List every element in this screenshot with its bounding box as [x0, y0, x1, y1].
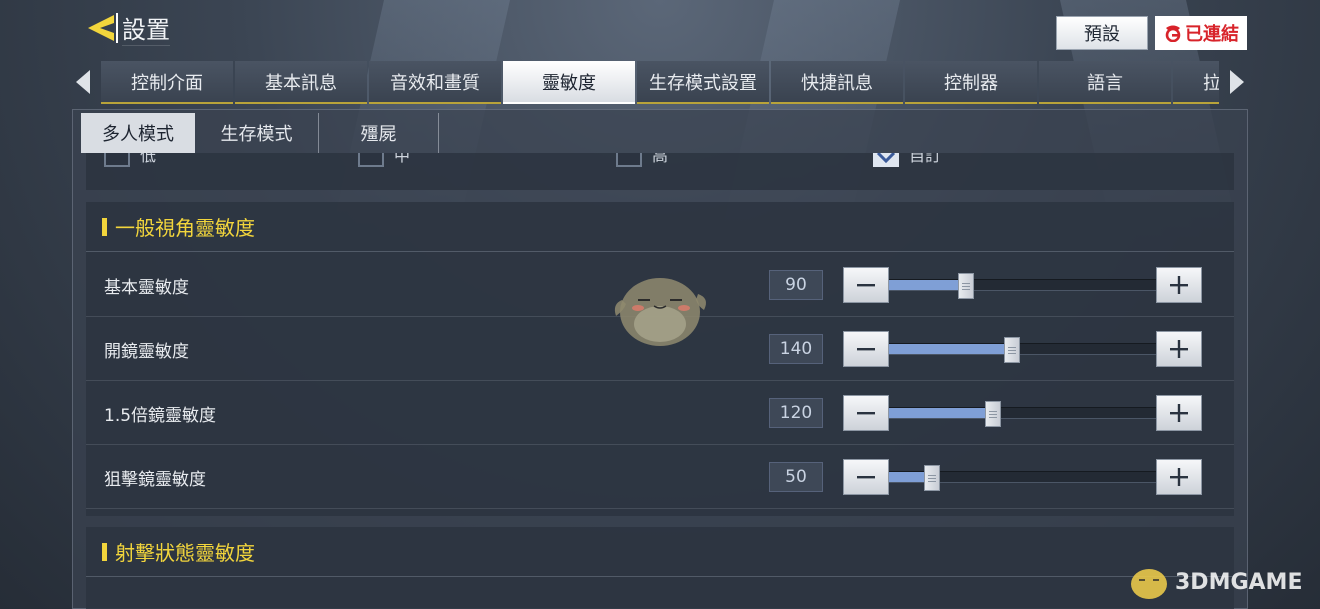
- slider-fill: [889, 280, 967, 290]
- row-label: 基本靈敏度: [104, 277, 189, 298]
- slider-track[interactable]: [889, 273, 1156, 299]
- watermark-text: 3DMGAME: [1175, 569, 1303, 595]
- slider-thumb[interactable]: [985, 401, 1002, 427]
- section-marker: [102, 542, 107, 561]
- section-header: 一般視角靈敏度: [86, 202, 1234, 252]
- section-header: 射擊狀態靈敏度: [86, 527, 1234, 577]
- connect-label: 已連結: [1185, 24, 1239, 45]
- back-arrow-icon: [88, 13, 118, 43]
- back-button[interactable]: 設置: [84, 10, 176, 46]
- watermark-mascot-icon: [1131, 569, 1167, 599]
- option-custom[interactable]: 自訂: [873, 153, 941, 167]
- tab-audio-graphics[interactable]: 音效和畫質: [369, 61, 501, 104]
- mode-subtabs: 多人模式 生存模式 殭屍: [81, 113, 439, 153]
- sensitivity-preset-options: 低 中 高 自訂: [86, 153, 1234, 190]
- value-field[interactable]: 90: [769, 270, 823, 300]
- section-general-sensitivity: 一般視角靈敏度 基本靈敏度 90 開鏡靈敏度 140 1.5倍鏡靈敏度 120: [86, 202, 1234, 516]
- row-label: 狙擊鏡靈敏度: [104, 469, 206, 490]
- sensitivity-row-1-5x-scope: 1.5倍鏡靈敏度 120: [86, 381, 1234, 445]
- section-firing-sensitivity: 射擊狀態靈敏度: [86, 527, 1234, 609]
- decrease-button[interactable]: [843, 331, 889, 367]
- slider-track[interactable]: [889, 337, 1156, 363]
- settings-tab-bar: 控制介面 基本訊息 音效和畫質 靈敏度 生存模式設置 快捷訊息 控制器 語言 拉: [101, 61, 1219, 104]
- decrease-button[interactable]: [843, 459, 889, 495]
- decrease-button[interactable]: [843, 395, 889, 431]
- option-low[interactable]: 低: [104, 153, 156, 167]
- tab-sensitivity[interactable]: 靈敏度: [503, 61, 635, 104]
- minus-icon: [857, 348, 875, 351]
- slider-thumb[interactable]: [958, 273, 975, 299]
- increase-button[interactable]: [1156, 459, 1202, 495]
- slider-thumb[interactable]: [1003, 337, 1020, 363]
- slider-track[interactable]: [889, 465, 1156, 491]
- minus-icon: [857, 284, 875, 287]
- option-label: 低: [140, 153, 157, 165]
- sensitivity-row-sniper-scope: 狙擊鏡靈敏度 50: [86, 445, 1234, 509]
- tab-survival-settings[interactable]: 生存模式設置: [637, 61, 769, 104]
- tab-basic-info[interactable]: 基本訊息: [235, 61, 367, 104]
- row-label: 1.5倍鏡靈敏度: [104, 405, 217, 426]
- value-field[interactable]: 50: [769, 462, 823, 492]
- subtab-multiplayer[interactable]: 多人模式: [81, 113, 195, 153]
- plus-icon: [1170, 276, 1188, 294]
- checkbox[interactable]: [616, 153, 642, 167]
- checkmark-icon: [876, 153, 896, 164]
- plus-icon: [1170, 340, 1188, 358]
- checkbox[interactable]: [358, 153, 384, 167]
- tab-control-interface[interactable]: 控制介面: [101, 61, 233, 104]
- tab-quick-messages[interactable]: 快捷訊息: [771, 61, 903, 104]
- slider-fill: [889, 408, 994, 418]
- value-field[interactable]: 140: [769, 334, 823, 364]
- slider-track[interactable]: [889, 401, 1156, 427]
- tab-language[interactable]: 語言: [1039, 61, 1171, 104]
- garena-logo-icon: [1165, 25, 1181, 42]
- row-label: 開鏡靈敏度: [104, 341, 189, 362]
- plus-icon: [1170, 404, 1188, 422]
- subtab-zombies[interactable]: 殭屍: [319, 113, 439, 153]
- option-label: 高: [652, 153, 669, 165]
- option-label: 自訂: [909, 153, 942, 165]
- option-medium[interactable]: 中: [358, 153, 410, 167]
- subtab-survival[interactable]: 生存模式: [195, 113, 319, 153]
- section-marker: [102, 217, 107, 236]
- page-title: 設置: [122, 10, 170, 46]
- tab-partial[interactable]: 拉: [1173, 61, 1219, 104]
- tab-scroll-left-icon[interactable]: [76, 70, 90, 94]
- increase-button[interactable]: [1156, 267, 1202, 303]
- checkbox-checked[interactable]: [873, 153, 899, 167]
- option-high[interactable]: 高: [616, 153, 668, 167]
- value-field[interactable]: 120: [769, 398, 823, 428]
- minus-icon: [857, 412, 875, 415]
- increase-button[interactable]: [1156, 331, 1202, 367]
- tab-scroll-right-icon[interactable]: [1230, 70, 1244, 94]
- slider-fill: [889, 344, 1012, 354]
- slider-thumb[interactable]: [923, 465, 940, 491]
- increase-button[interactable]: [1156, 395, 1202, 431]
- account-connect-button[interactable]: 已連結: [1155, 16, 1247, 50]
- decrease-button[interactable]: [843, 267, 889, 303]
- plus-icon: [1170, 468, 1188, 486]
- section-title: 一般視角靈敏度: [115, 216, 255, 240]
- option-label: 中: [394, 153, 411, 165]
- minus-icon: [857, 476, 875, 479]
- preset-button[interactable]: 預設: [1056, 16, 1148, 50]
- watermark: 3DMGAME: [1125, 560, 1302, 604]
- section-title: 射擊狀態靈敏度: [115, 541, 255, 565]
- checkbox[interactable]: [104, 153, 130, 167]
- mascot-sticker-icon: [614, 278, 706, 346]
- tab-controller[interactable]: 控制器: [905, 61, 1037, 104]
